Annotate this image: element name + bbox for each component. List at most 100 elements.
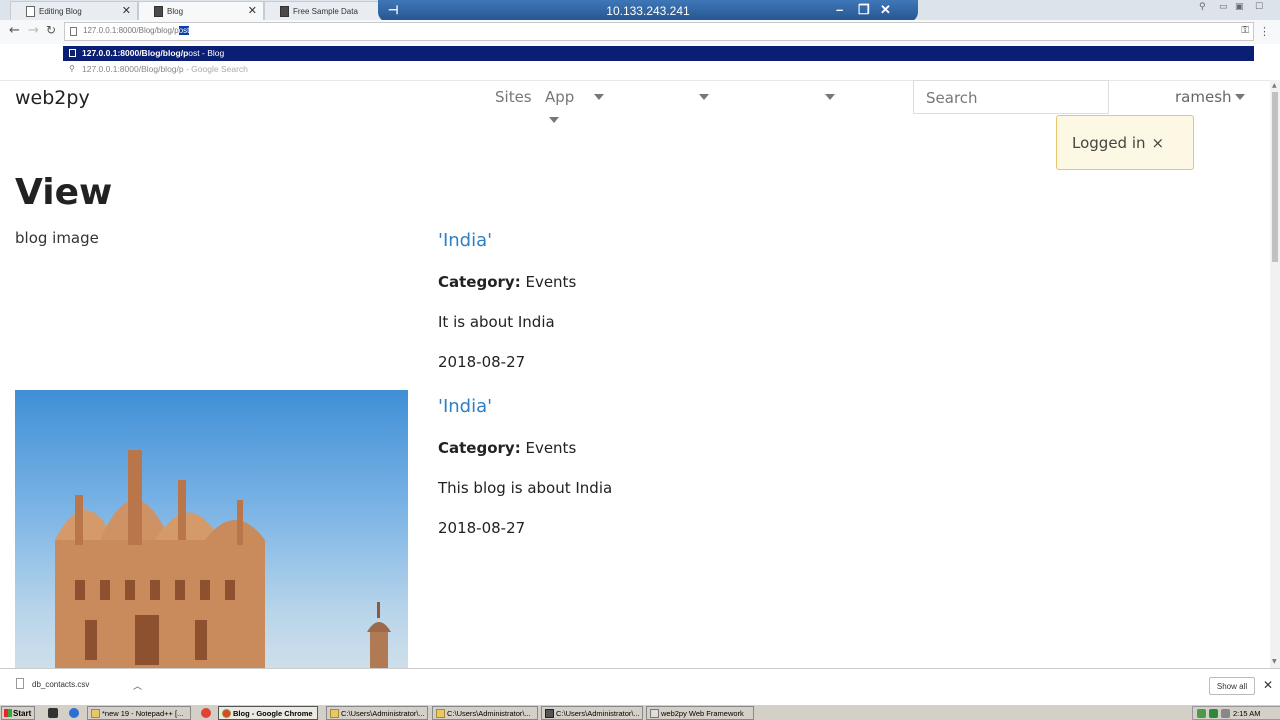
search-input[interactable]: Search bbox=[913, 80, 1109, 114]
close-tab-icon[interactable]: ✕ bbox=[122, 4, 131, 17]
close-window-icon[interactable]: ☐ bbox=[1255, 2, 1263, 12]
taskbar-item-notepad[interactable]: *new 19 - Notepad++ [... bbox=[87, 706, 191, 720]
page-info-icon[interactable] bbox=[70, 27, 77, 36]
windows-logo-icon bbox=[4, 709, 12, 717]
remote-desktop-connection-bar: ⊣ 10.133.243.241 – ❐ ✕ bbox=[378, 0, 918, 22]
chevron-down-icon[interactable] bbox=[594, 94, 604, 100]
ie-icon[interactable] bbox=[69, 708, 79, 718]
suggestion-title: - Blog bbox=[199, 48, 225, 58]
address-bar[interactable]: 127.0.0.1:8000/Blog/blog/post ⚿ bbox=[64, 22, 1254, 41]
post-body: This blog is about India bbox=[438, 479, 613, 497]
post-title-link[interactable]: 'India' bbox=[438, 396, 492, 417]
profile-icon[interactable]: ⚲ bbox=[1199, 2, 1206, 12]
taskbar-item-chrome[interactable]: Blog - Google Chrome bbox=[218, 706, 318, 720]
page-icon bbox=[69, 49, 76, 57]
clock[interactable]: 2:15 AM bbox=[1233, 709, 1261, 718]
suggestion-item-search[interactable]: ⚲ 127.0.0.1:8000/Blog/blog/p - Google Se… bbox=[63, 63, 248, 77]
address-text[interactable]: 127.0.0.1:8000/Blog/blog/post bbox=[83, 26, 190, 35]
suggestion-query: 127.0.0.1:8000/Blog/blog/p bbox=[82, 64, 184, 74]
minimize-window-icon[interactable]: ▭ bbox=[1219, 2, 1228, 12]
folder-icon bbox=[330, 709, 339, 718]
close-icon[interactable]: ✕ bbox=[1263, 678, 1273, 692]
suggestion-url-rest: ost bbox=[188, 48, 200, 58]
suggestion-url-bold: 127.0.0.1:8000/Blog/blog/p bbox=[82, 48, 189, 58]
volume-icon[interactable] bbox=[1221, 709, 1230, 718]
tab-editing-blog[interactable]: Editing Blog ✕ bbox=[10, 1, 138, 20]
close-icon[interactable]: × bbox=[1152, 134, 1165, 152]
key-icon[interactable]: ⚿ bbox=[1241, 25, 1249, 36]
restore-icon[interactable]: ❐ bbox=[858, 2, 870, 18]
category-value: Events bbox=[520, 439, 577, 457]
nav-item-app[interactable]: App bbox=[545, 88, 574, 106]
window-icon bbox=[650, 709, 659, 718]
page-title: View bbox=[15, 172, 113, 213]
windows-taskbar: Start *new 19 - Notepad++ [... Blog - Go… bbox=[0, 704, 1280, 720]
tab-title: Blog bbox=[167, 7, 184, 16]
web2py-favicon-icon bbox=[154, 6, 163, 17]
image-alt-text: blog image bbox=[15, 229, 99, 247]
folder-icon bbox=[436, 709, 445, 718]
reload-icon[interactable]: ↻ bbox=[46, 23, 56, 37]
terminal-icon[interactable] bbox=[48, 708, 58, 718]
category-label: Category: bbox=[438, 273, 521, 291]
tab-blog[interactable]: Blog ✕ bbox=[138, 1, 264, 20]
tab-title: Free Sample Data bbox=[293, 7, 358, 16]
chrome-icon[interactable] bbox=[201, 708, 211, 718]
palace-illustration bbox=[55, 450, 391, 668]
download-item[interactable]: db_contacts.csv bbox=[16, 680, 89, 689]
close-tab-icon[interactable]: ✕ bbox=[248, 4, 257, 17]
suggestion-item-blog[interactable]: 127.0.0.1:8000/Blog/blog/post - Blog bbox=[63, 46, 1254, 61]
network-icon[interactable] bbox=[1197, 709, 1206, 718]
blog-photo bbox=[15, 390, 408, 668]
taskbar-item-explorer[interactable]: C:\Users\Administrator\... bbox=[432, 706, 538, 720]
category-value: Events bbox=[520, 273, 577, 291]
minimize-icon[interactable]: – bbox=[836, 2, 843, 17]
chrome-icon bbox=[222, 709, 231, 718]
chevron-down-icon[interactable] bbox=[699, 94, 709, 100]
scroll-down-icon[interactable]: ▼ bbox=[1272, 658, 1277, 665]
taskbar-item-explorer[interactable]: C:\Users\Administrator\... bbox=[541, 706, 643, 720]
chevron-down-icon[interactable] bbox=[549, 117, 559, 123]
address-selected-completion: ost bbox=[178, 26, 190, 35]
post-date: 2018-08-27 bbox=[438, 519, 526, 537]
download-bar: db_contacts.csv ︿ Show all ✕ bbox=[0, 668, 1280, 704]
post-category: Category: Events bbox=[438, 273, 576, 291]
scrollbar-thumb[interactable] bbox=[1272, 92, 1278, 262]
post-category: Category: Events bbox=[438, 439, 576, 457]
post-date: 2018-08-27 bbox=[438, 353, 526, 371]
tab-free-sample-data[interactable]: Free Sample Data bbox=[264, 1, 382, 20]
scroll-up-icon[interactable]: ▲ bbox=[1272, 82, 1277, 89]
chevron-down-icon[interactable] bbox=[1235, 94, 1245, 100]
security-icon[interactable] bbox=[1209, 709, 1218, 718]
browser-tab-strip: Editing Blog ✕ Blog ✕ Free Sample Data ⊣… bbox=[0, 0, 1280, 22]
flash-message: Logged in × bbox=[1056, 115, 1194, 170]
search-icon: ⚲ bbox=[69, 64, 75, 73]
forward-arrow-icon[interactable]: → bbox=[28, 23, 39, 38]
broken-image: blog image bbox=[15, 229, 99, 247]
page-icon bbox=[26, 6, 35, 17]
suggestion-hint: - Google Search bbox=[183, 64, 248, 74]
site-favicon-icon bbox=[280, 6, 289, 17]
start-button[interactable]: Start bbox=[1, 706, 35, 720]
post-body: It is about India bbox=[438, 313, 555, 331]
user-menu[interactable]: ramesh bbox=[1175, 88, 1232, 106]
flash-text: Logged in bbox=[1072, 134, 1146, 152]
taskbar-item-explorer[interactable]: C:\Users\Administrator\... bbox=[326, 706, 428, 720]
maximize-window-icon[interactable]: ▣ bbox=[1235, 2, 1244, 12]
post-title-link[interactable]: 'India' bbox=[438, 230, 492, 251]
show-all-button[interactable]: Show all bbox=[1209, 677, 1255, 695]
chevron-down-icon[interactable] bbox=[825, 94, 835, 100]
category-label: Category: bbox=[438, 439, 521, 457]
taskbar-item-web2py[interactable]: web2py Web Framework bbox=[646, 706, 754, 720]
menu-kebab-icon[interactable]: ⋮ bbox=[1259, 25, 1270, 38]
console-icon bbox=[545, 709, 554, 718]
page-scrollbar[interactable]: ▲ ▼ bbox=[1270, 80, 1280, 668]
nav-item-sites[interactable]: Sites bbox=[495, 88, 532, 106]
page-viewport: web2py Sites App Search ramesh Logged in… bbox=[0, 80, 1270, 668]
back-arrow-icon[interactable]: ← bbox=[9, 23, 20, 38]
omnibox-suggestions: 127.0.0.1:8000/Blog/blog/post - Blog ⚲ 1… bbox=[63, 45, 1254, 77]
close-icon[interactable]: ✕ bbox=[880, 2, 891, 18]
brand-logo[interactable]: web2py bbox=[15, 87, 90, 109]
start-label: Start bbox=[13, 709, 32, 718]
chevron-up-icon[interactable]: ︿ bbox=[133, 679, 142, 692]
